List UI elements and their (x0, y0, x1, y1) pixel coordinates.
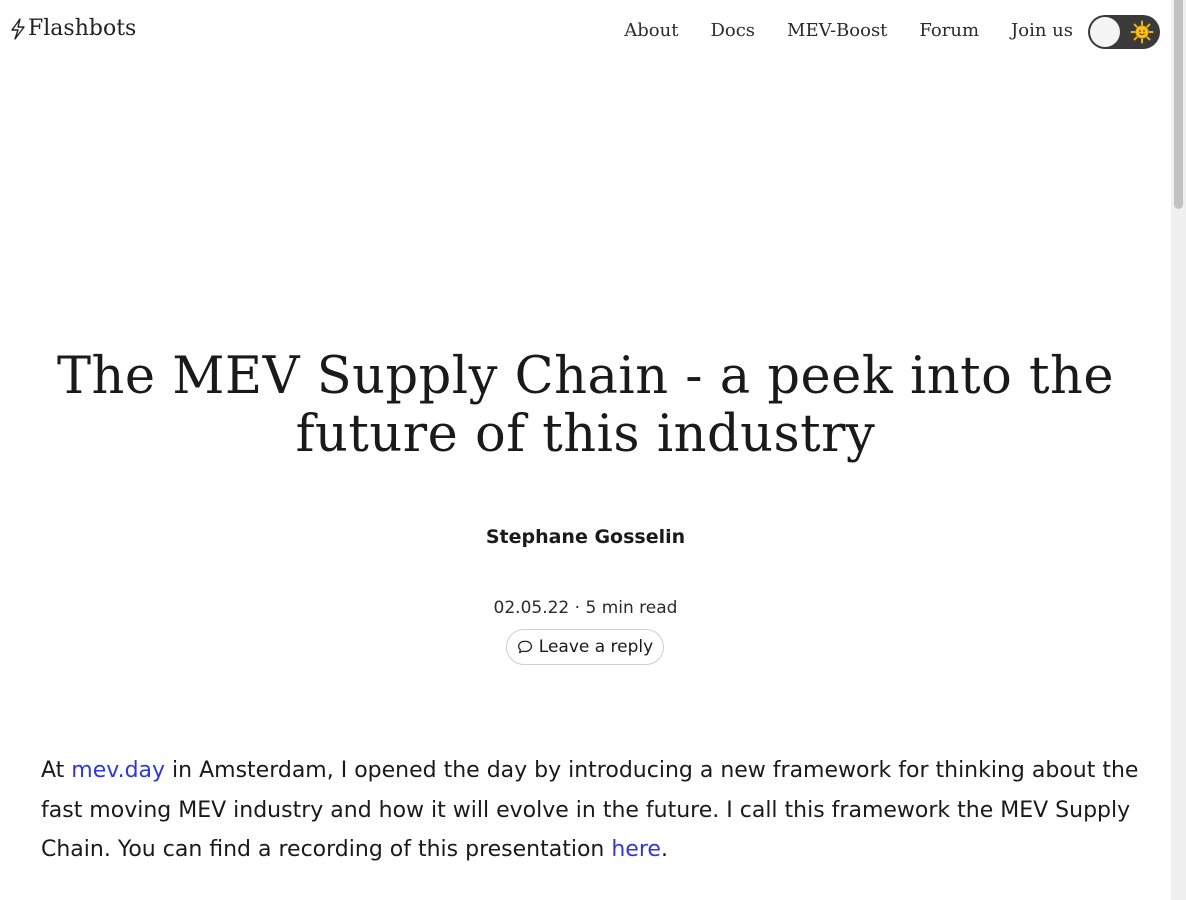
recording-link[interactable]: here (611, 837, 661, 862)
paragraph-text-start: At (41, 758, 72, 783)
leave-reply-button[interactable]: Leave a reply (506, 629, 664, 665)
nav-link-mev-boost[interactable]: MEV-Boost (787, 20, 887, 41)
nav-link-about[interactable]: About (624, 20, 678, 41)
site-header: Flashbots About Docs MEV-Boost Forum Joi… (0, 0, 1171, 64)
nav-link-docs[interactable]: Docs (710, 20, 755, 41)
post-title: The MEV Supply Chain - a peek into the f… (56, 347, 1115, 464)
lightning-bolt-icon (11, 17, 25, 40)
read-time: 5 min read (585, 598, 678, 618)
post-meta: 02.05.22 · 5 min read (0, 598, 1171, 618)
vertical-scrollbar[interactable] (1171, 0, 1186, 900)
paragraph-text-end: . (660, 837, 668, 862)
brand-name: Flashbots (28, 16, 137, 41)
meta-separator: · (574, 598, 581, 618)
reply-label: Leave a reply (538, 637, 654, 657)
toggle-knob (1090, 17, 1120, 47)
brand-link[interactable]: Flashbots (9, 16, 136, 41)
nav-link-join-us[interactable]: Join us (1011, 20, 1073, 41)
paragraph-text-middle: in Amsterdam, I opened the day by introd… (41, 758, 1139, 862)
main-nav: About Docs MEV-Boost Forum Join us (592, 20, 1073, 41)
mev-day-link[interactable]: mev.day (71, 758, 165, 783)
theme-toggle[interactable] (1088, 15, 1160, 49)
nav-link-forum[interactable]: Forum (919, 20, 979, 41)
post-date: 02.05.22 (493, 598, 570, 618)
post-author: Stephane Gosselin (485, 526, 686, 548)
page: Flashbots About Docs MEV-Boost Forum Joi… (0, 0, 1171, 900)
comment-bubble-icon (517, 640, 532, 654)
scrollbar-thumb[interactable] (1174, 0, 1183, 209)
article-paragraph: At mev.day in Amsterdam, I opened the da… (41, 751, 1141, 870)
sun-icon (1130, 20, 1154, 44)
